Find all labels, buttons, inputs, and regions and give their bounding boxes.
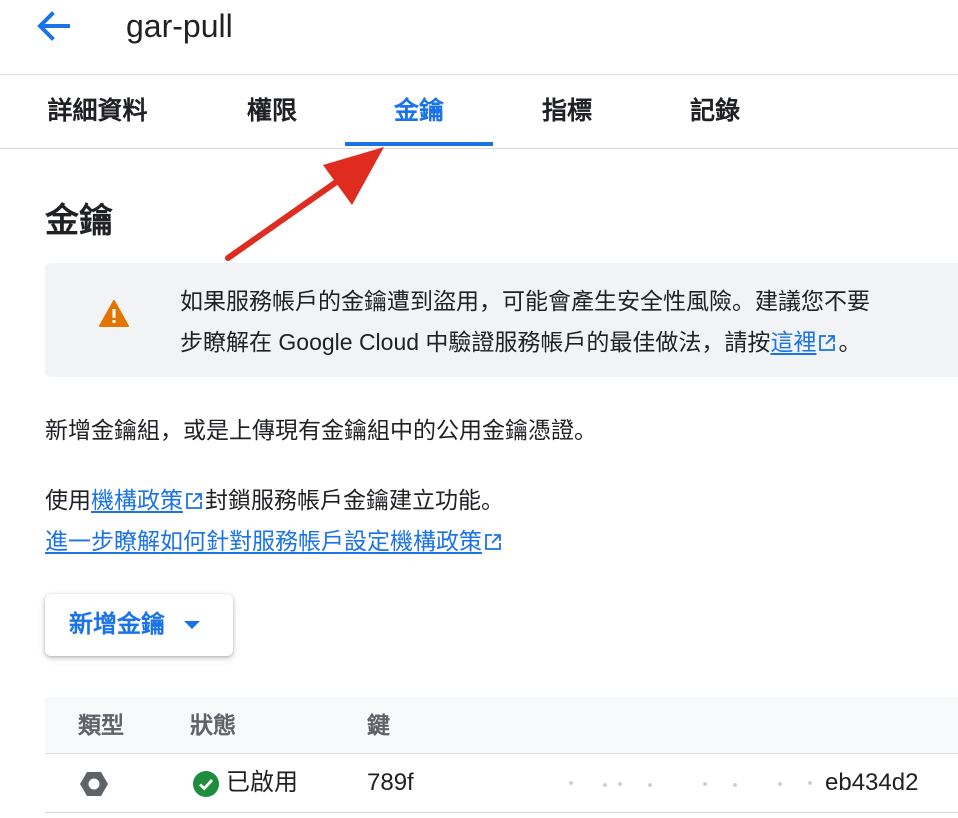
org-policy-link[interactable]: 機構政策 (91, 487, 183, 513)
column-header-type[interactable]: 類型 (78, 697, 124, 753)
warning-line-2-text: 步瞭解在 Google Cloud 中驗證服務帳戶的最佳做法，請按 (180, 329, 771, 355)
key-type-icon (80, 772, 108, 796)
check-circle-icon (193, 771, 219, 797)
status-text: 已啟用 (226, 769, 298, 796)
policy-text: 使用機構政策 封鎖服務帳戶金鑰建立功能。 進一步瞭解如何針對服務帳戶設定機構政策 (45, 480, 504, 562)
add-key-button[interactable]: 新增金鑰 (45, 594, 233, 656)
policy-prefix: 使用 (45, 487, 91, 513)
key-id-prefix: 789f (367, 769, 414, 796)
external-link-icon (186, 493, 202, 509)
redacted-key-mask (569, 781, 812, 787)
add-key-label: 新增金鑰 (69, 611, 165, 638)
policy-line: 使用機構政策 封鎖服務帳戶金鑰建立功能。 (45, 480, 504, 521)
here-link[interactable]: 這裡 (770, 329, 816, 355)
intro-text: 新增金鑰組，或是上傳現有金鑰組中的公用金鑰憑證。 (45, 417, 597, 443)
key-id-suffix: eb434d2 (825, 769, 919, 796)
external-link-icon (485, 534, 501, 550)
column-header-status[interactable]: 狀態 (190, 697, 236, 753)
policy-suffix: 封鎖服務帳戶金鑰建立功能。 (205, 487, 504, 513)
warning-banner: 如果服務帳戶的金鑰遭到盜用，可能會產生安全性風險。建議您不要 步瞭解在 Goog… (45, 263, 958, 377)
learn-more-link[interactable]: 進一步瞭解如何針對服務帳戶設定機構政策 (45, 528, 482, 554)
dropdown-caret-icon (184, 621, 200, 629)
section-title: 金鑰 (45, 202, 113, 240)
warning-icon (99, 300, 129, 327)
warning-line-2-suffix: 。 (838, 329, 862, 355)
warning-text: 如果服務帳戶的金鑰遭到盜用，可能會產生安全性風險。建議您不要 步瞭解在 Goog… (180, 281, 958, 363)
table-row: 已啟用 789f eb434d2 (45, 754, 958, 813)
keys-table-header: 類型 狀態 鍵 (45, 697, 958, 754)
warning-line-2: 步瞭解在 Google Cloud 中驗證服務帳戶的最佳做法，請按這裡。 (180, 322, 958, 363)
column-header-key[interactable]: 鍵 (367, 697, 390, 753)
warning-line-1: 如果服務帳戶的金鑰遭到盜用，可能會產生安全性風險。建議您不要 (180, 288, 870, 314)
external-link-icon (819, 335, 836, 351)
annotation-arrow (225, 147, 384, 261)
learn-more-line: 進一步瞭解如何針對服務帳戶設定機構政策 (45, 521, 504, 562)
